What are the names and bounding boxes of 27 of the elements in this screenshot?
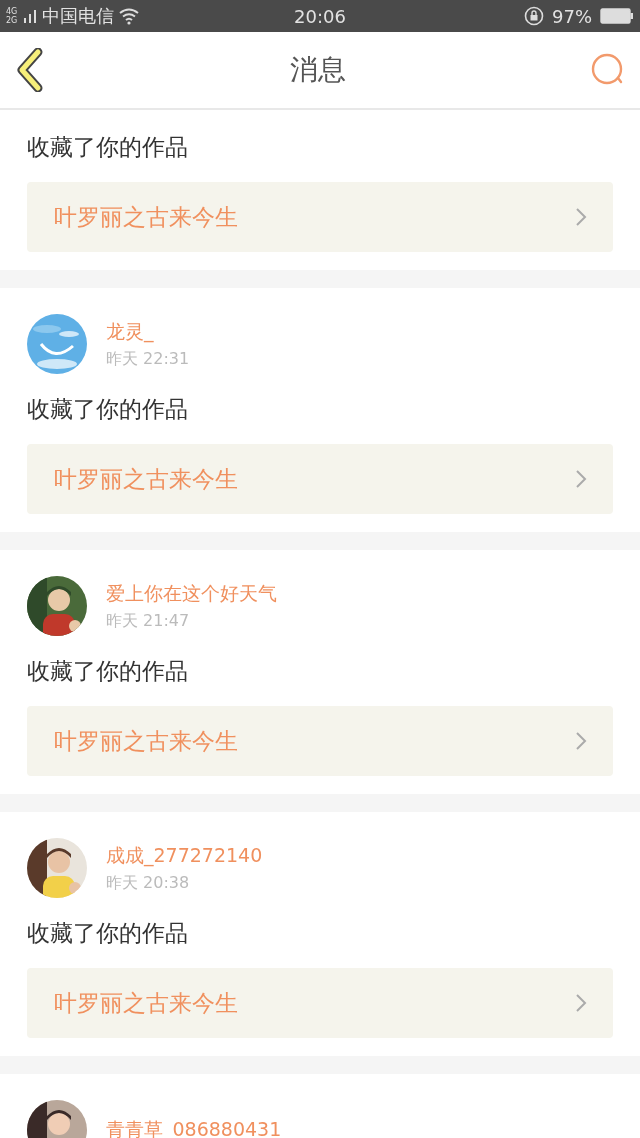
work-link[interactable]: 叶罗丽之古来今生 [27,182,613,252]
chevron-right-icon [575,993,587,1013]
chevron-right-icon [575,469,587,489]
message-text: 收藏了你的作品 [27,395,188,424]
network-type: 4G 2G [6,7,19,25]
rotation-lock-icon [524,6,544,26]
user-name[interactable]: 爱上你在这个好天气 [106,580,277,607]
user-name[interactable]: 龙灵_ [106,318,190,345]
message-text: 收藏了你的作品 [27,133,188,162]
clock: 20:06 [293,5,347,27]
message-text: 收藏了你的作品 [27,657,188,686]
user-name[interactable]: 成成_277272140 [106,842,263,869]
battery-icon [600,8,634,24]
page-title: 消息 [290,52,346,88]
chevron-right-icon [575,731,587,751]
timestamp: 昨天 20:38 [106,872,191,894]
timestamp: 昨天 21:47 [106,610,191,632]
chevron-right-icon [575,207,587,227]
user-name[interactable]: 青青草_086880431 [106,1117,282,1138]
battery-percent: 97% [552,5,592,27]
signal-icon [24,8,38,24]
message-text: 收藏了你的作品 [27,919,188,948]
work-link[interactable]: 叶罗丽之古来今生 [27,968,613,1038]
work-link[interactable]: 叶罗丽之古来今生 [27,444,613,514]
carrier-name: 中国电信 [42,4,114,28]
work-link[interactable]: 叶罗丽之古来今生 [27,706,613,776]
timestamp: 昨天 22:31 [106,348,190,370]
